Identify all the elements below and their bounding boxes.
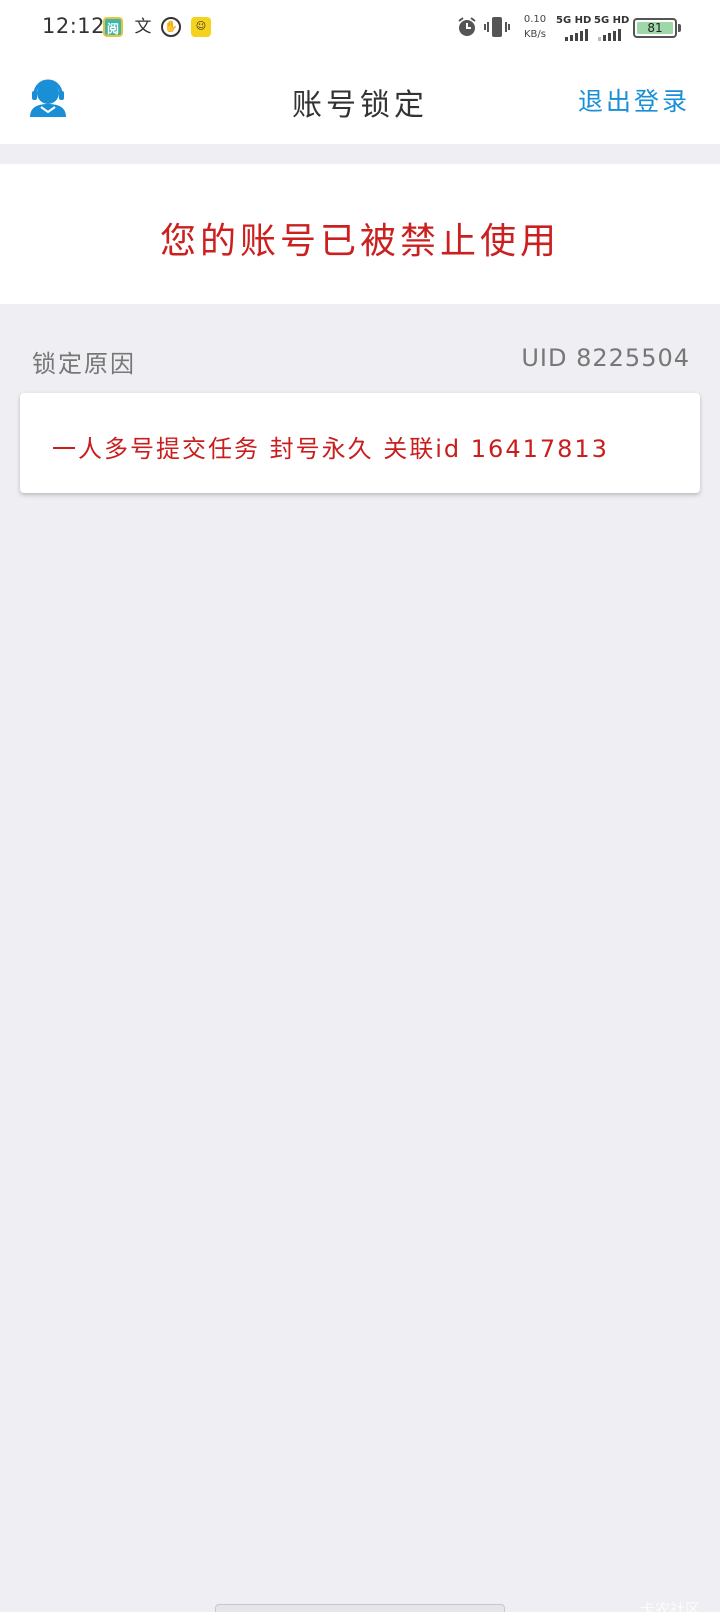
banned-message: 您的账号已被禁止使用 bbox=[159, 221, 560, 262]
status-time: 12:12 bbox=[42, 14, 106, 38]
uid-label: UID bbox=[521, 344, 568, 372]
yellow-app-icon: ☺ bbox=[191, 17, 211, 37]
home-indicator[interactable] bbox=[215, 1604, 505, 1612]
uid-display: UID 8225504 bbox=[521, 344, 690, 372]
speed-unit: KB/s bbox=[524, 29, 546, 40]
signal-icon-2 bbox=[598, 29, 621, 41]
network-label-2: 5G HD bbox=[594, 15, 630, 26]
vibrate-icon bbox=[484, 17, 510, 37]
speed-value: 0.10 bbox=[523, 14, 547, 25]
battery-level: 81 bbox=[637, 22, 673, 34]
lock-reason-text: 一人多号提交任务 封号永久 关联id 16417813 bbox=[52, 435, 609, 463]
status-bar: 12:12 阅 文 ✋ ☺ 0.10 KB/s 5G HD 5G HD 81 bbox=[0, 0, 720, 56]
uid-value: 8225504 bbox=[576, 344, 690, 372]
network-speed: 0.10 KB/s bbox=[518, 12, 552, 42]
alarm-icon bbox=[458, 17, 476, 36]
banned-banner: 您的账号已被禁止使用 bbox=[0, 164, 720, 304]
app-header: 账号锁定 退出登录 bbox=[0, 56, 720, 144]
battery-icon: 81 bbox=[633, 18, 677, 38]
reader-app-icon: 阅 bbox=[103, 17, 123, 37]
lock-reason-label: 锁定原因 bbox=[32, 350, 136, 378]
text-app-icon: 文 bbox=[134, 17, 152, 37]
battery-tip bbox=[678, 24, 681, 32]
logout-button[interactable]: 退出登录 bbox=[578, 82, 690, 118]
watermark: 卡农社区 bbox=[639, 1600, 700, 1612]
network-label-1: 5G HD bbox=[556, 15, 592, 26]
lock-reason-card: 一人多号提交任务 封号永久 关联id 16417813 bbox=[20, 393, 700, 493]
signal-icon-1 bbox=[565, 29, 588, 41]
hand-app-icon: ✋ bbox=[161, 17, 181, 37]
